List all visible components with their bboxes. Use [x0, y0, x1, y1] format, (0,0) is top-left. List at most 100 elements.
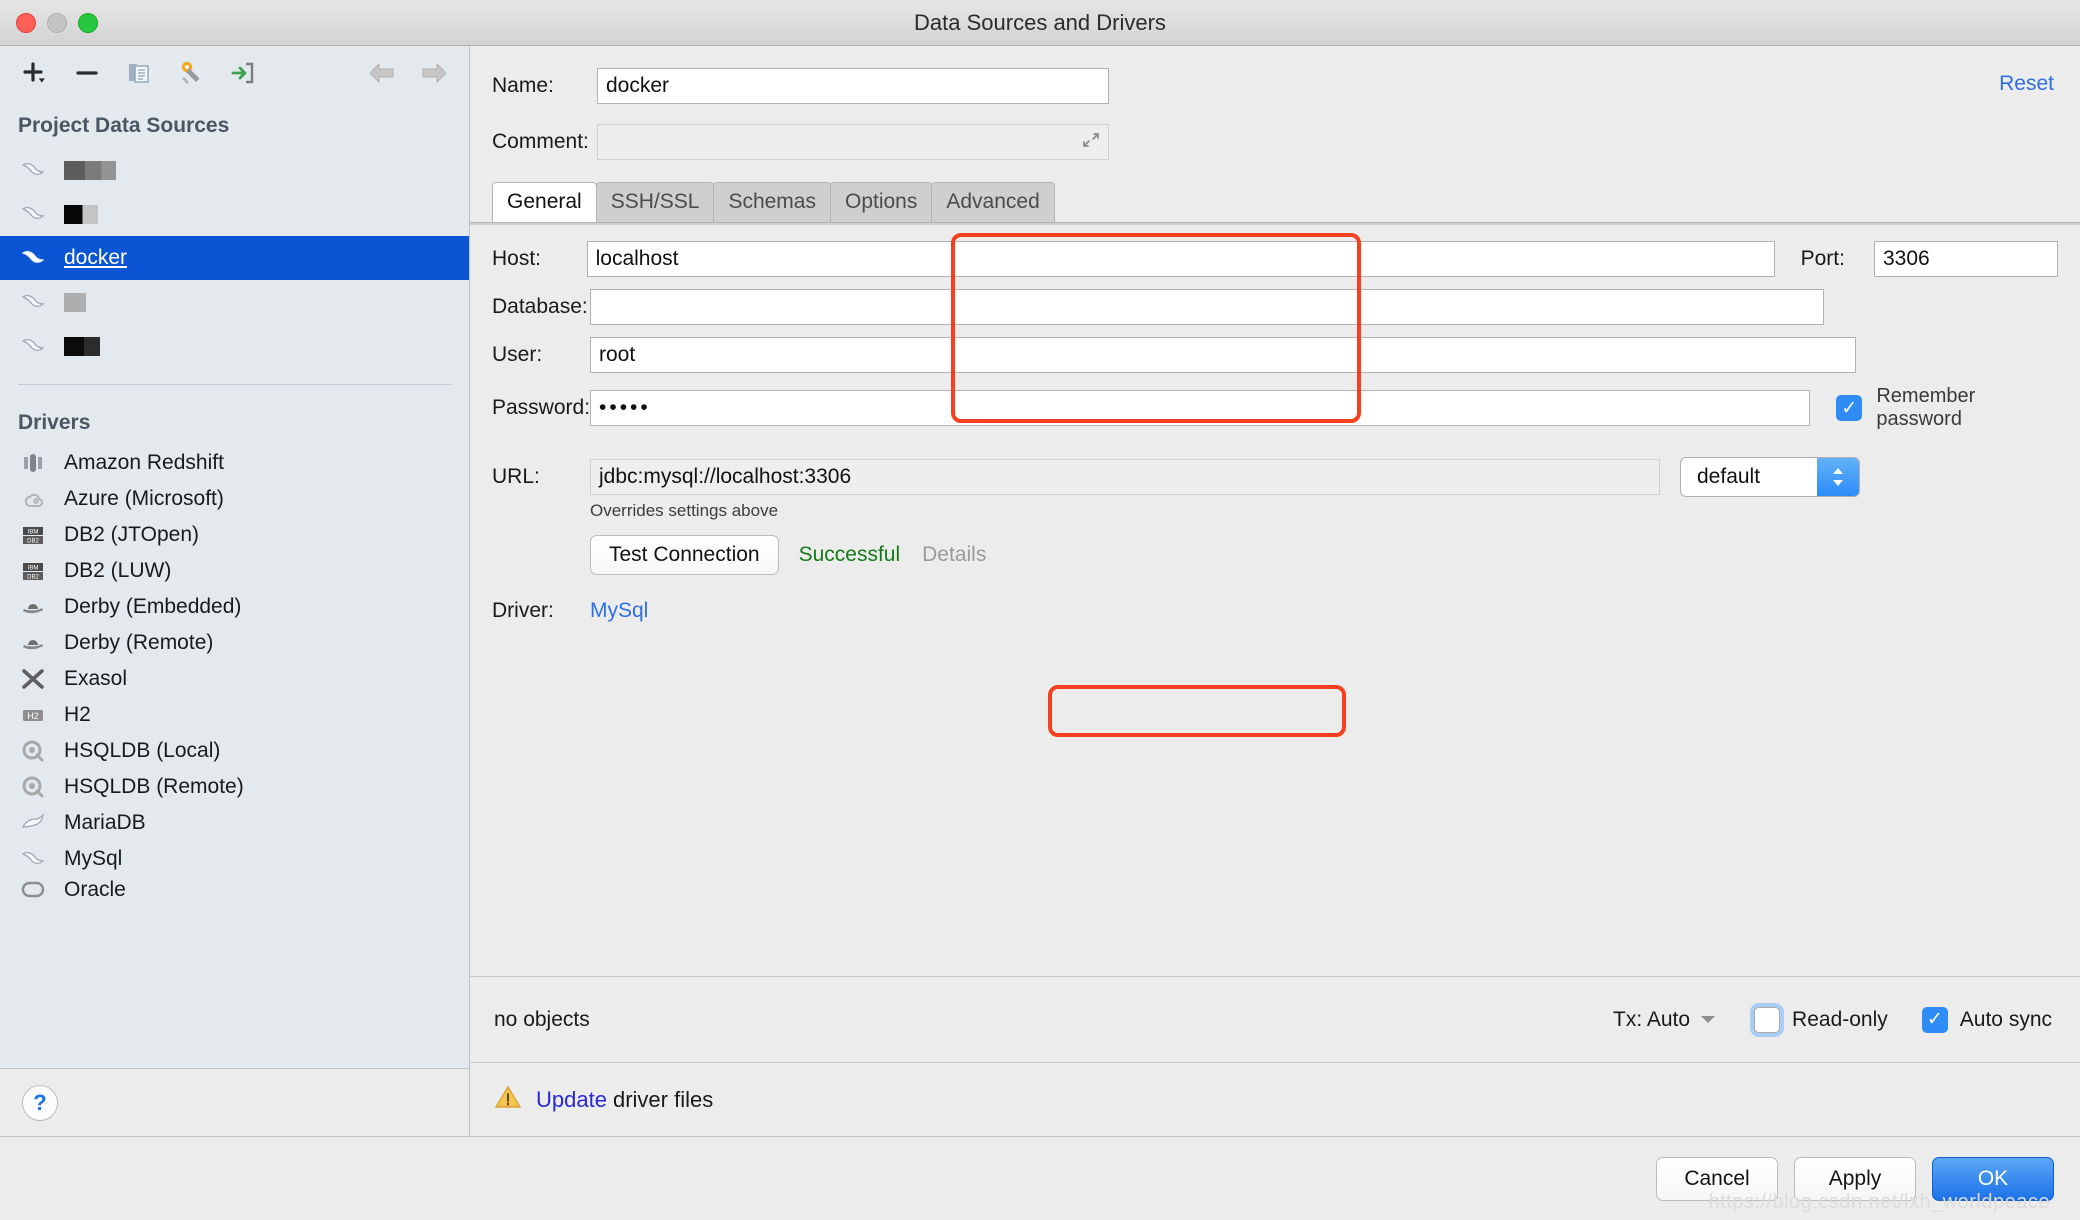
password-label: Password:	[492, 396, 591, 419]
redshift-icon	[18, 451, 48, 475]
test-connection-button[interactable]: Test Connection	[590, 535, 779, 575]
driver-item-db2-luw[interactable]: IBM DB2 DB2 (LUW)	[0, 553, 469, 589]
copy-data-source-button[interactable]	[124, 58, 154, 88]
driver-item-mariadb[interactable]: MariaDB	[0, 805, 469, 841]
reset-link[interactable]: Reset	[1999, 72, 2054, 96]
database-row: Database:	[470, 289, 2080, 325]
h2-icon: H2	[18, 703, 48, 727]
data-source-item[interactable]	[0, 192, 469, 236]
window-title: Data Sources and Drivers	[914, 9, 1166, 35]
driver-item-derby-embedded[interactable]: Derby (Embedded)	[0, 589, 469, 625]
stepper-arrows-icon[interactable]	[1817, 458, 1859, 496]
driver-item-mysql[interactable]: MySql	[0, 841, 469, 877]
drivers-list: Amazon Redshift Azure (Microsoft) IBM DB2…	[0, 445, 469, 1068]
driver-item-db2-jtopen[interactable]: IBM DB2 DB2 (JTOpen)	[0, 517, 469, 553]
db2-icon: IBM DB2	[18, 559, 48, 583]
url-hint: Overrides settings above	[590, 501, 779, 520]
tab-general[interactable]: General	[492, 182, 597, 222]
window-body: Project Data Sources docker Drivers Amaz…	[0, 46, 2080, 1136]
editor-tabs: General SSH/SSL Schemas Options Advanced	[470, 182, 2080, 222]
mysql-dolphin-icon	[18, 247, 48, 269]
driver-label: Derby (Embedded)	[64, 595, 242, 618]
triangle-down-icon[interactable]	[1700, 1011, 1716, 1029]
driver-item-derby-remote[interactable]: Derby (Remote)	[0, 625, 469, 661]
test-connection-highlight	[1048, 685, 1346, 737]
data-source-item[interactable]	[0, 280, 469, 324]
driver-item-amazon-redshift[interactable]: Amazon Redshift	[0, 445, 469, 481]
tx-mode-dropdown[interactable]: Tx: Auto	[1613, 1008, 1716, 1032]
add-data-source-button[interactable]	[20, 58, 50, 88]
test-connection-details-link[interactable]: Details	[922, 543, 986, 567]
update-driver-link[interactable]: Update	[536, 1087, 607, 1113]
navigate-back-button[interactable]	[367, 58, 397, 88]
svg-text:DB2: DB2	[27, 575, 39, 581]
hsqldb-icon	[18, 739, 48, 763]
driver-label: Azure (Microsoft)	[64, 487, 224, 510]
driver-link[interactable]: MySql	[590, 599, 648, 623]
driver-label: H2	[64, 703, 91, 726]
tab-schemas[interactable]: Schemas	[713, 182, 831, 222]
url-scheme-value: default	[1697, 465, 1761, 488]
url-input[interactable]: jdbc:mysql://localhost:3306	[590, 459, 1660, 495]
remember-password-checkbox[interactable]: ✓	[1836, 395, 1863, 421]
expand-diagonal-icon[interactable]	[1080, 129, 1102, 157]
objects-count-text: no objects	[494, 1007, 590, 1031]
url-scheme-select[interactable]: default	[1680, 457, 1860, 497]
driver-row: Driver: MySql	[470, 599, 2080, 623]
driver-item-exasol[interactable]: Exasol	[0, 661, 469, 697]
name-label: Name:	[492, 74, 554, 97]
mysql-dolphin-icon	[18, 291, 48, 313]
tx-mode-label: Tx: Auto	[1613, 1007, 1691, 1031]
driver-properties-button[interactable]	[176, 58, 206, 88]
data-source-item[interactable]	[0, 148, 469, 192]
url-hint-row: Overrides settings above	[470, 501, 2080, 521]
read-only-label: Read-only	[1792, 1007, 1888, 1031]
driver-item-hsqldb-remote[interactable]: HSQLDB (Remote)	[0, 769, 469, 805]
remove-data-source-button[interactable]	[72, 58, 102, 88]
host-input[interactable]: localhost	[586, 241, 1775, 277]
port-input[interactable]: 3306	[1873, 241, 2058, 277]
driver-label: HSQLDB (Remote)	[64, 775, 244, 798]
help-button[interactable]: ?	[22, 1084, 58, 1121]
password-row: Password: ••••• ✓ Remember password	[470, 385, 2080, 431]
password-input[interactable]: •••••	[590, 390, 1811, 426]
read-only-checkbox[interactable]	[1754, 1006, 1781, 1033]
navigate-forward-button[interactable]	[419, 58, 449, 88]
import-data-source-button[interactable]	[228, 58, 258, 88]
driver-label: Derby (Remote)	[64, 631, 214, 654]
tab-options[interactable]: Options	[829, 182, 933, 222]
driver-label: Amazon Redshift	[64, 451, 224, 474]
data-source-item-docker[interactable]: docker	[0, 236, 469, 280]
database-label: Database:	[492, 295, 588, 318]
auto-sync-label: Auto sync	[1959, 1007, 2052, 1031]
driver-update-notice: Update driver files	[470, 1062, 2080, 1136]
data-sources-and-drivers-window: Data Sources and Drivers Project Data So…	[0, 0, 2080, 1220]
driver-label: DB2 (LUW)	[64, 559, 172, 582]
drivers-title: Drivers	[18, 411, 91, 434]
port-label: Port:	[1800, 247, 1845, 270]
data-source-name: docker	[64, 246, 128, 269]
driver-item-h2[interactable]: H2 H2	[0, 697, 469, 733]
database-input[interactable]	[590, 289, 1824, 325]
url-label: URL:	[492, 465, 540, 488]
test-connection-status: Successful	[798, 543, 901, 566]
driver-label: Oracle	[64, 878, 126, 901]
driver-item-hsqldb-local[interactable]: HSQLDB (Local)	[0, 733, 469, 769]
user-label: User:	[492, 343, 543, 366]
data-source-name-redacted	[64, 292, 86, 312]
comment-input[interactable]	[597, 124, 1109, 160]
auto-sync-checkbox[interactable]: ✓	[1921, 1006, 1948, 1033]
project-data-sources-title: Project Data Sources	[18, 114, 230, 137]
tab-ssh-ssl[interactable]: SSH/SSL	[595, 182, 715, 222]
name-input[interactable]: docker	[597, 68, 1109, 104]
data-source-item[interactable]	[0, 324, 469, 368]
driver-item-azure-microsoft[interactable]: Azure (Microsoft)	[0, 481, 469, 517]
user-input[interactable]: root	[590, 337, 1856, 373]
test-connection-row: Test Connection Successful Details	[470, 535, 2080, 575]
data-source-name-redacted	[64, 160, 116, 180]
host-label: Host:	[492, 247, 542, 270]
hsqldb-icon	[18, 775, 48, 799]
mysql-dolphin-icon	[18, 159, 48, 181]
driver-item-oracle[interactable]: Oracle	[0, 877, 469, 903]
tab-advanced[interactable]: Advanced	[931, 182, 1055, 222]
